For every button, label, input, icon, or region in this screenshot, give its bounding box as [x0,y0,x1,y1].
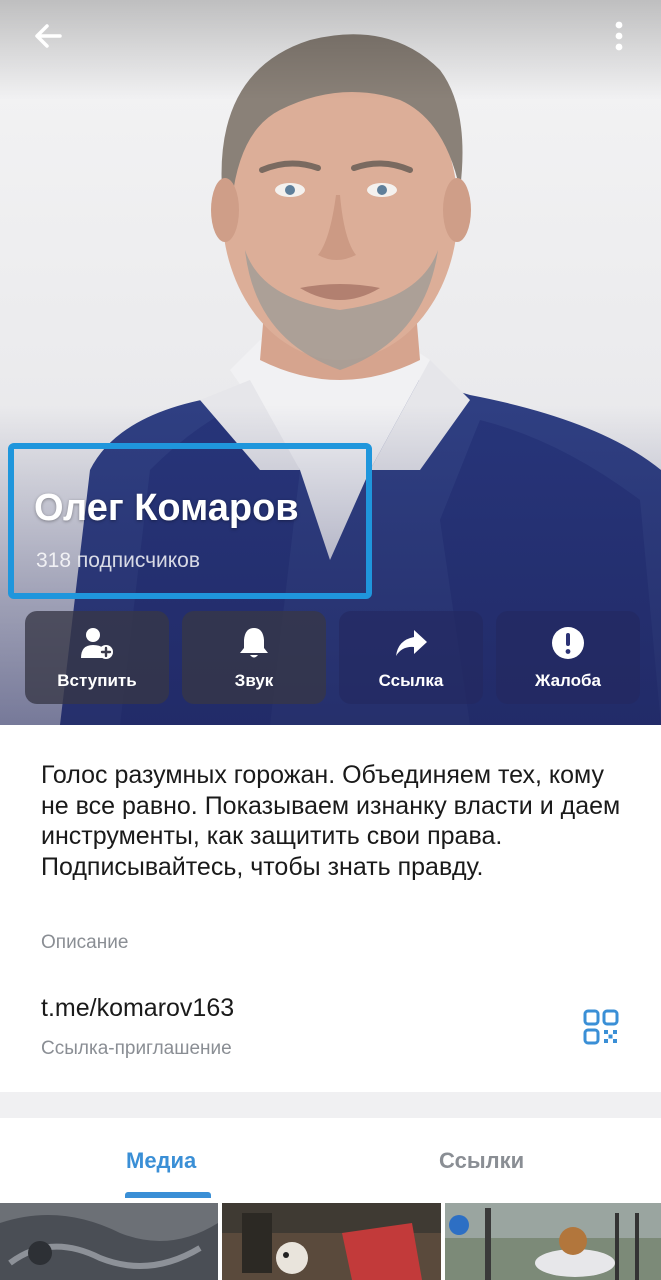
arrow-left-icon [35,24,62,48]
active-tab-indicator [125,1192,211,1198]
bell-icon [240,627,268,657]
add-user-icon [81,627,113,659]
qr-code-icon [583,1009,619,1045]
share-link-button[interactable]: Ссылка [339,611,483,704]
media-thumbnail[interactable] [222,1203,441,1280]
section-divider [0,1092,661,1118]
channel-name: Олег Комаров [34,487,299,529]
invite-link-caption: Ссылка-приглашение [41,1038,232,1059]
media-tabs: Медиа Ссылки [0,1118,661,1200]
qr-code-button[interactable] [583,1009,619,1045]
join-button[interactable]: Вступить [25,611,169,704]
report-button[interactable]: Жалоба [496,611,640,704]
report-label: Жалоба [535,670,601,690]
more-options-button[interactable] [597,14,641,58]
sound-label: Звук [234,670,274,690]
thumbnail-image [445,1203,661,1280]
vertical-dots-icon [615,21,623,51]
subscriber-count: 318 подписчиков [36,549,201,572]
description-caption: Описание [41,932,129,953]
exclamation-icon [552,626,584,659]
tab-links[interactable]: Ссылки [439,1148,524,1174]
top-shade [0,0,661,100]
back-button[interactable] [26,14,70,58]
share-link-label: Ссылка [378,670,444,690]
sound-button[interactable]: Звук [182,611,326,704]
channel-description: Голос разумных горожан. Объединяем тех, … [41,761,621,881]
tab-media[interactable]: Медиа [126,1148,196,1174]
invite-link[interactable]: t.me/komarov163 [41,994,234,1023]
action-bar: Вступить Звук Ссылка Жалоба [25,611,640,704]
channel-info: Голос разумных горожан. Объединяем тех, … [0,725,661,1092]
media-thumbnail[interactable] [0,1203,218,1280]
share-arrow-icon [396,629,427,656]
media-grid [0,1200,661,1280]
join-label: Вступить [57,670,137,690]
thumbnail-image [222,1203,441,1280]
thumbnail-image [0,1203,218,1280]
media-thumbnail[interactable] [445,1203,661,1280]
